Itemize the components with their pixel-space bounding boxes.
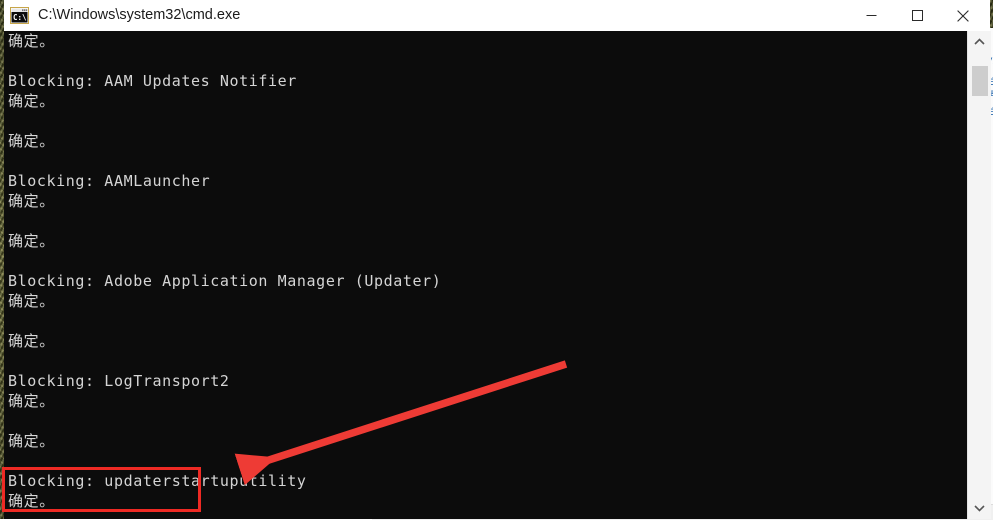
console-line: 确定。 bbox=[8, 432, 55, 450]
console-line: Blocking: AAM Updates Notifier bbox=[8, 72, 297, 90]
console-line: 确定。 bbox=[8, 92, 55, 110]
console-text-buffer: 确定。 Blocking: AAM Updates Notifier 确定。 确定。 B… bbox=[8, 31, 968, 519]
console-line: 确定。 bbox=[8, 192, 55, 210]
scroll-up-arrow-button[interactable] bbox=[968, 31, 991, 53]
cmd-console-icon: C:\ bbox=[10, 7, 29, 24]
window-title: C:\Windows\system32\cmd.exe bbox=[38, 7, 241, 23]
scroll-down-arrow-button[interactable] bbox=[968, 497, 991, 519]
maximize-icon bbox=[911, 10, 923, 21]
scrollbar-thumb[interactable] bbox=[972, 66, 988, 96]
console-line: 确定。 bbox=[8, 392, 55, 410]
console-scrollbar[interactable] bbox=[967, 31, 991, 519]
console-line: Blocking: updaterstartuputility bbox=[8, 472, 307, 490]
console-line: 确定。 bbox=[8, 292, 55, 310]
console-line: 确定。 bbox=[8, 32, 55, 50]
chevron-down-icon bbox=[974, 505, 985, 512]
title-bar[interactable]: C:\ C:\Windows\system32\cmd.exe bbox=[4, 0, 990, 32]
cmd-window[interactable]: C:\ C:\Windows\system32\cmd.exe 确定。 Block… bbox=[4, 0, 991, 519]
close-button[interactable] bbox=[940, 0, 986, 31]
console-line: Blocking: Adobe Application Manager (Upd… bbox=[8, 272, 442, 290]
console-line: Blocking: LogTransport2 bbox=[8, 372, 230, 390]
console-line: 确定。 bbox=[8, 492, 55, 510]
chevron-up-icon bbox=[974, 38, 985, 45]
console-output-area[interactable]: 确定。 Blocking: AAM Updates Notifier 确定。 确定。 B… bbox=[4, 31, 990, 519]
console-line: 确定。 bbox=[8, 132, 55, 150]
console-line: Blocking: AAMLauncher bbox=[8, 172, 211, 190]
console-line: 确定。 bbox=[8, 332, 55, 350]
maximize-button[interactable] bbox=[894, 0, 940, 31]
close-icon bbox=[957, 9, 969, 22]
svg-text:C:\: C:\ bbox=[13, 13, 27, 22]
minimize-icon bbox=[866, 15, 876, 16]
minimize-button[interactable] bbox=[848, 0, 894, 31]
console-line: 确定。 bbox=[8, 232, 55, 250]
